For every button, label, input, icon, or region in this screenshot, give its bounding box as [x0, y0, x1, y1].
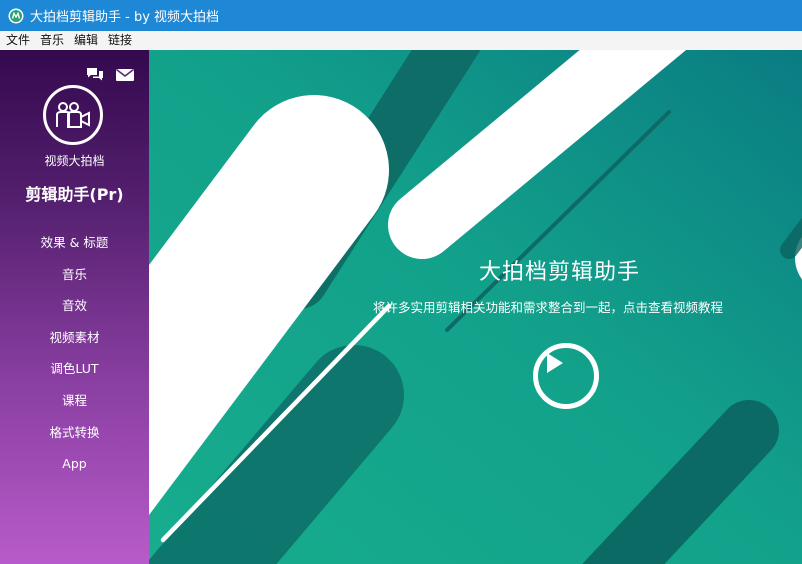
hero-title: 大拍档剪辑助手: [479, 260, 641, 285]
brand-logo-icon: [43, 85, 103, 145]
menu-links[interactable]: 链接: [103, 31, 137, 50]
menu-edit[interactable]: 编辑: [69, 31, 103, 50]
play-video-button[interactable]: [533, 343, 599, 409]
sidebar-item-app[interactable]: App: [0, 448, 149, 480]
brand-title: 剪辑助手(Pr): [25, 185, 124, 204]
sidebar: 视频大拍档 剪辑助手(Pr) 效果 & 标题 音乐 音效 视频素材 调色LUT …: [0, 50, 149, 564]
hero-subtitle: 将许多实用剪辑相关功能和需求整合到一起，点击查看视频教程: [373, 300, 724, 315]
sidebar-nav: 效果 & 标题 音乐 音效 视频素材 调色LUT 课程 格式转换 App: [0, 227, 149, 480]
sidebar-item-effects[interactable]: 效果 & 标题: [0, 227, 149, 259]
sidebar-item-courses[interactable]: 课程: [0, 385, 149, 417]
menu-bar: 文件 音乐 编辑 链接: [0, 31, 802, 51]
app-logo-icon: [8, 8, 24, 24]
window-title: 大拍档剪辑助手 - by 视频大拍档: [30, 10, 220, 25]
sidebar-actions: [85, 66, 135, 84]
mail-icon[interactable]: [115, 66, 135, 84]
sidebar-item-format-convert[interactable]: 格式转换: [0, 417, 149, 449]
sidebar-item-lut[interactable]: 调色LUT: [0, 353, 149, 385]
play-icon: [547, 353, 563, 373]
brand-subtitle: 视频大拍档: [44, 154, 105, 168]
sidebar-item-music[interactable]: 音乐: [0, 259, 149, 291]
hero-banner: 大拍档剪辑助手 将许多实用剪辑相关功能和需求整合到一起，点击查看视频教程: [149, 50, 802, 564]
menu-music[interactable]: 音乐: [35, 31, 69, 50]
sidebar-item-sound-effects[interactable]: 音效: [0, 290, 149, 322]
title-bar: 大拍档剪辑助手 - by 视频大拍档: [0, 0, 802, 31]
chat-icon[interactable]: [85, 66, 105, 84]
sidebar-item-stock-video[interactable]: 视频素材: [0, 322, 149, 354]
menu-file[interactable]: 文件: [0, 31, 35, 50]
